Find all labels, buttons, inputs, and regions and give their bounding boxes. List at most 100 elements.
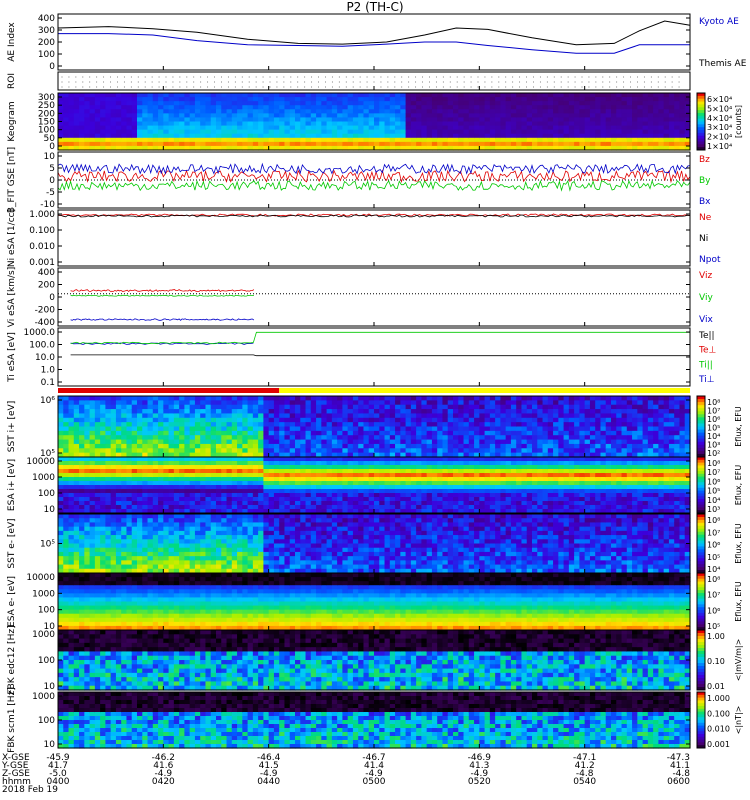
esa_ion-cell	[321, 501, 328, 506]
roi-dot	[61, 76, 63, 78]
sst_ion-cell	[595, 417, 602, 423]
keogram-cell	[632, 97, 638, 102]
keogram-cell	[616, 137, 623, 143]
sst_ion-cell	[358, 430, 365, 436]
esa_ion-cell	[384, 481, 391, 486]
sst_ion-cell	[368, 413, 375, 419]
roi-dot	[546, 81, 548, 83]
esa_ion-cell	[331, 493, 338, 498]
keogram-cell	[505, 105, 512, 110]
keogram-cell	[668, 141, 675, 147]
esa_ion-cell	[347, 485, 354, 490]
keogram-cell	[321, 133, 328, 139]
keogram-cell	[521, 129, 528, 135]
roi-dot	[304, 81, 306, 83]
roi-dot	[484, 76, 486, 78]
sst_ion-cell	[458, 443, 465, 449]
sst_ion-cell	[621, 430, 628, 436]
esa_ion-cell	[453, 505, 459, 510]
sst_ion-cell	[337, 439, 343, 445]
keogram-cell	[658, 97, 665, 102]
keogram-cell	[105, 137, 112, 143]
esa_ion-cell	[384, 473, 391, 478]
sst_ion-cell	[463, 422, 470, 428]
sst_ion-cell	[194, 409, 201, 415]
keogram-cell	[489, 101, 496, 106]
esa_ion-cell	[426, 505, 433, 510]
sst_ion-cell	[431, 448, 438, 454]
esa_ion-cell	[289, 501, 296, 506]
esa_ion-cell	[289, 485, 296, 490]
sst_ion-cell	[463, 413, 470, 419]
keogram-cell	[405, 101, 412, 106]
sst_ion-cell	[679, 426, 686, 432]
keogram-cell	[347, 121, 354, 127]
sst_ion-cell	[489, 443, 496, 449]
esa_ion-cell	[231, 489, 238, 494]
sst_ion-cell	[410, 426, 417, 432]
keogram-cell	[289, 101, 296, 106]
sst_ion-cell	[458, 396, 465, 401]
sst_ion-cell	[374, 443, 380, 449]
keogram-cell	[374, 101, 380, 106]
esa_ion-cell	[279, 505, 286, 510]
keogram-cell	[137, 113, 143, 119]
sst_ion-cell	[63, 435, 70, 441]
sst_ion-cell	[574, 409, 580, 415]
sst_ion-cell	[163, 409, 170, 415]
keogram-cell	[437, 97, 444, 102]
keogram-cell	[100, 137, 106, 143]
keogram-cell	[463, 97, 470, 102]
keogram-cell	[73, 129, 80, 135]
roi-dot	[200, 81, 202, 83]
ae-ytick-label: 0	[49, 62, 55, 72]
keogram-cell	[579, 129, 586, 135]
esa_ion-cell	[163, 477, 170, 482]
sst_ion-cell	[289, 443, 296, 449]
keogram-cell	[194, 133, 201, 139]
sst_ion-cell	[63, 417, 70, 423]
keogram-cell	[537, 93, 544, 98]
esa_ion-cell	[405, 501, 412, 506]
keogram-cell	[547, 137, 554, 143]
esa_ion-cell	[463, 497, 470, 502]
sst_ion-cell	[668, 439, 675, 445]
sst_ion-cell	[310, 430, 317, 436]
sst_ion-cell	[321, 448, 328, 454]
sst_ion-cell	[279, 422, 286, 428]
esa_ion-cell	[405, 481, 412, 486]
keogram-cell	[547, 117, 554, 123]
sst_ion-cell	[674, 439, 681, 445]
keogram-cell	[453, 125, 459, 131]
sst_ion-cell	[147, 448, 154, 454]
sst_ion-cell	[384, 396, 391, 401]
roi-dot	[609, 81, 611, 83]
keogram-cell	[252, 129, 259, 135]
sst_ion-cell	[563, 396, 570, 401]
keogram-cell	[189, 125, 196, 131]
sst_ion-cell	[105, 413, 112, 419]
keogram-cell	[337, 113, 343, 119]
sst_ion-cell	[279, 443, 286, 449]
keogram-cell	[210, 109, 217, 114]
esa_ion-cell	[79, 469, 85, 474]
keogram-cell	[105, 97, 112, 102]
keogram-cell	[268, 113, 275, 119]
esa_ion-cell	[305, 457, 312, 462]
keogram-cell	[658, 109, 665, 114]
keogram-colorbar-segment	[697, 112, 705, 117]
esa_ion-cell	[379, 493, 386, 498]
esa_ion-cell	[442, 473, 449, 478]
keogram-cell	[73, 117, 80, 123]
esa_ion-cell	[379, 505, 386, 510]
roi-dot	[588, 86, 590, 88]
sst_ion-cell	[131, 439, 138, 445]
keogram-cell	[131, 93, 138, 98]
roi-dot	[359, 81, 361, 83]
esa_ion-cell	[242, 461, 249, 466]
sst_ion-cell	[342, 435, 349, 441]
sst_ion-cell	[242, 417, 249, 423]
roi-dot	[567, 76, 569, 78]
keogram-cell	[626, 105, 633, 110]
sst_ion-cell	[526, 435, 533, 441]
